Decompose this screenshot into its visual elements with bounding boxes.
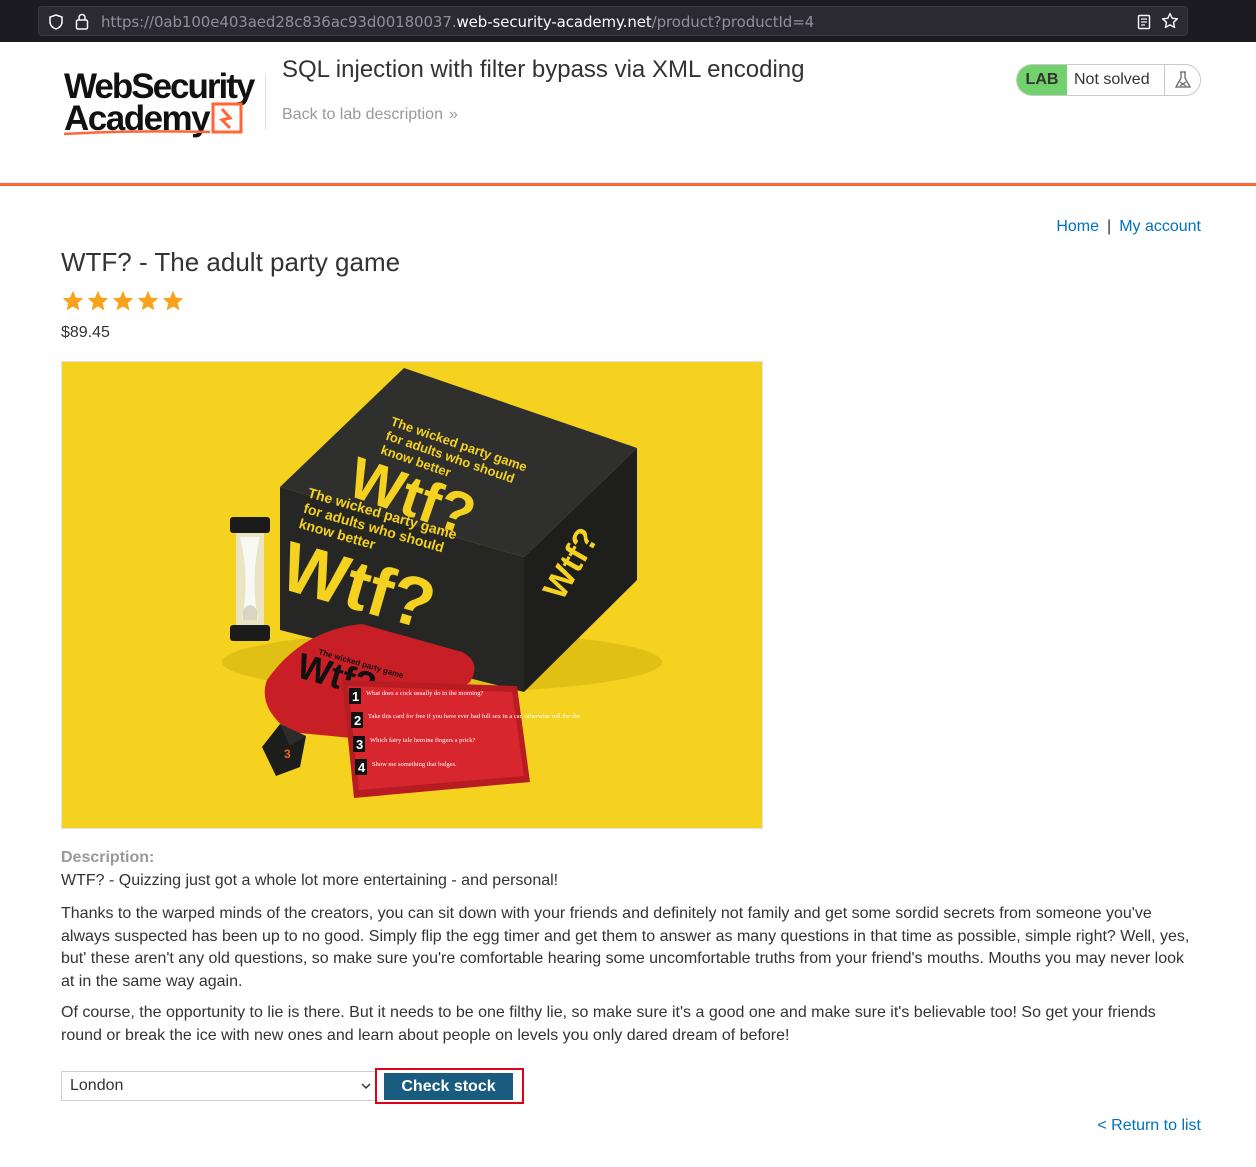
- shield-icon[interactable]: [49, 14, 63, 30]
- star-icon: [162, 290, 184, 311]
- lab-status-text: Not solved: [1074, 71, 1150, 88]
- svg-text:1: 1: [352, 689, 359, 704]
- home-link[interactable]: Home: [1056, 218, 1099, 235]
- header-divider: [265, 74, 266, 130]
- web-security-academy-logo[interactable]: WebSecurity Academy: [62, 62, 262, 142]
- lab-status-widget: LAB Not solved: [1016, 64, 1201, 96]
- return-to-list-link[interactable]: < Return to list: [1097, 1117, 1201, 1135]
- lock-icon[interactable]: [75, 13, 89, 30]
- product-image: The wicked party game for adults who sho…: [61, 361, 763, 829]
- party-game-illustration: The wicked party game for adults who sho…: [62, 362, 762, 828]
- check-stock-button[interactable]: Check stock: [384, 1073, 513, 1100]
- double-chevron-right-icon: »: [448, 106, 458, 123]
- lab-badge: LAB: [1017, 65, 1067, 95]
- back-to-lab-description-link[interactable]: Back to lab description»: [282, 106, 458, 124]
- svg-text:Take this card for free if you: Take this card for free if you have ever…: [368, 713, 582, 720]
- star-rating: [61, 290, 185, 314]
- star-icon: [87, 290, 109, 311]
- description-paragraph: Of course, the opportunity to lie is the…: [61, 1004, 1156, 1044]
- svg-text:Show me something that bulges.: Show me something that bulges.: [372, 761, 457, 768]
- egg-timer: [230, 517, 270, 641]
- description-paragraph: Thanks to the warped minds of the creato…: [61, 905, 1190, 990]
- chevron-down-icon: [361, 1083, 371, 1090]
- store-select[interactable]: London: [61, 1071, 377, 1101]
- product-price: $89.45: [61, 324, 110, 341]
- store-select-value: London: [70, 1077, 124, 1094]
- star-icon: [137, 290, 159, 311]
- my-account-link[interactable]: My account: [1119, 218, 1201, 235]
- header-separator: [0, 183, 1256, 186]
- svg-text:3: 3: [284, 747, 291, 761]
- flask-icon-container: [1164, 65, 1200, 95]
- star-icon: [62, 290, 84, 311]
- browser-toolbar: https://0ab100e403aed28c836ac93d00180037…: [0, 0, 1256, 42]
- nav-separator: |: [1107, 218, 1112, 235]
- lab-title: SQL injection with filter bypass via XML…: [282, 56, 805, 83]
- flask-icon: [1174, 71, 1192, 88]
- product-title: WTF? - The adult party game: [61, 247, 401, 277]
- svg-text:3: 3: [356, 737, 363, 752]
- description-label: Description:: [61, 849, 155, 866]
- url-bar[interactable]: https://0ab100e403aed28c836ac93d00180037…: [38, 6, 1188, 36]
- svg-text:2: 2: [354, 713, 361, 728]
- svg-text:4: 4: [358, 760, 366, 775]
- description-lead: WTF? - Quizzing just got a whole lot mor…: [61, 872, 559, 889]
- url-text[interactable]: https://0ab100e403aed28c836ac93d00180037…: [101, 13, 814, 31]
- svg-text:Which fairy tale heroine finge: Which fairy tale heroine fingers a prick…: [370, 737, 476, 744]
- svg-text:What does a cock usually do in: What does a cock usually do in the morni…: [366, 690, 483, 697]
- bookmark-star-icon[interactable]: [1161, 12, 1179, 30]
- lab-header: WebSecurity Academy SQL injection with f…: [0, 42, 1256, 184]
- reader-view-icon[interactable]: [1137, 14, 1151, 30]
- star-icon: [112, 290, 134, 311]
- top-navigation: Home | My account: [1056, 218, 1201, 236]
